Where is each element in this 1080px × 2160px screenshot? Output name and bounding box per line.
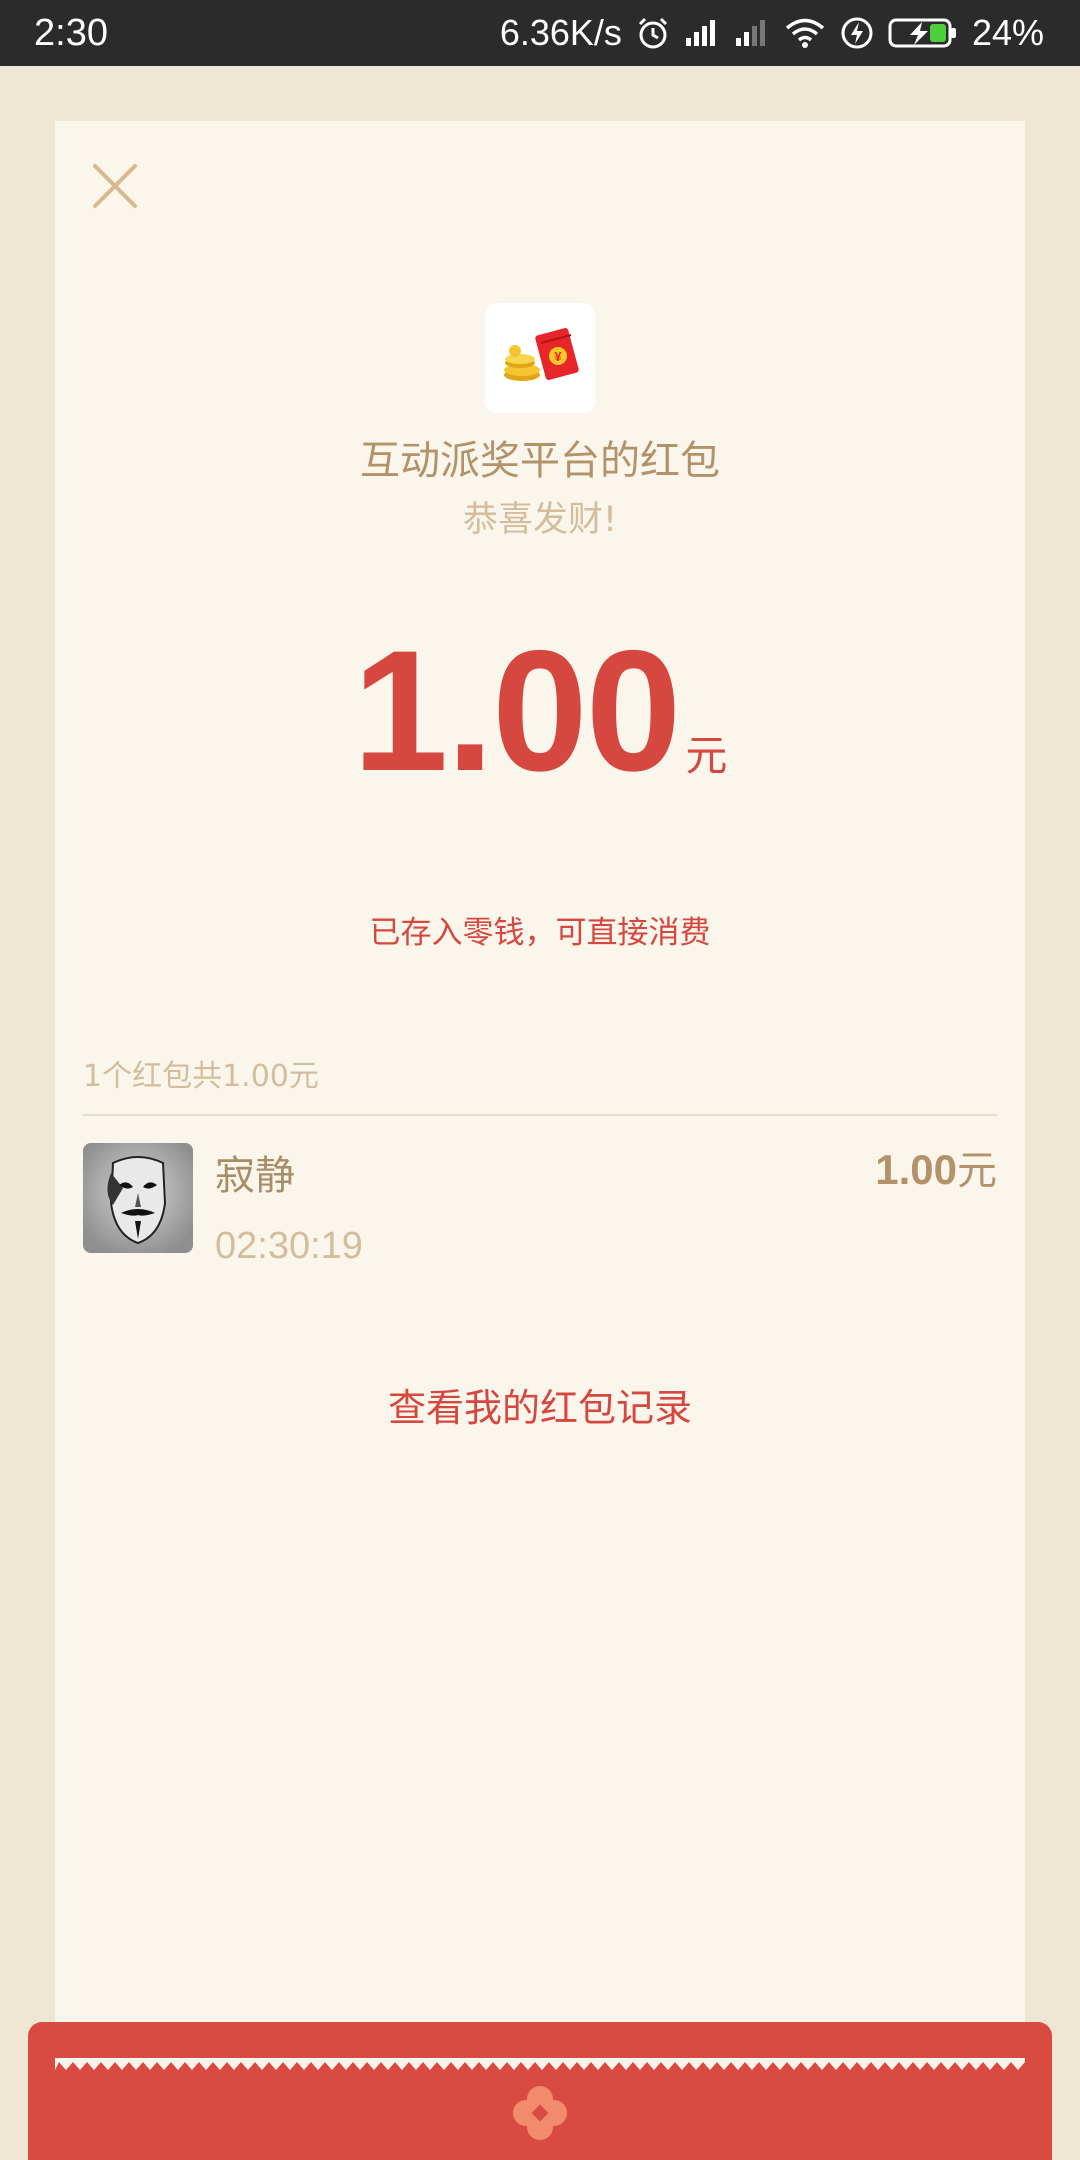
mask-avatar	[83, 1143, 193, 1253]
receiver-amount-unit: 元	[957, 1148, 997, 1194]
wish-message: 恭喜发财!	[462, 500, 618, 540]
red-packet-coins-icon: ¥	[504, 328, 579, 381]
receiver-time: 02:30:19	[215, 1225, 363, 1267]
amount-unit: 元	[685, 731, 728, 780]
sender-logo: ¥	[485, 303, 595, 413]
packet-summary: 1个红包共1.00元	[83, 1059, 319, 1094]
receiver-amount: 1.00元	[875, 1142, 997, 1199]
status-indicators: 6.36K/s 24%	[500, 10, 1044, 56]
avatar	[83, 1143, 193, 1253]
signal-icon	[685, 20, 715, 46]
alarm-icon	[638, 17, 667, 49]
view-my-records-link[interactable]: 查看我的红包记录	[55, 1380, 1025, 1436]
receiver-list-item[interactable]: 寂静 02:30:19 1.00元	[83, 1142, 997, 1267]
amount-value: 1.00	[352, 615, 682, 807]
stored-to-wallet-note: 已存入零钱，可直接消费	[369, 915, 711, 951]
close-button[interactable]	[85, 156, 145, 216]
wifi-icon	[785, 18, 825, 48]
receiver-amount-value: 1.00	[875, 1146, 957, 1193]
battery-percent: 24%	[971, 12, 1044, 53]
status-bar: 2:30 6.36K/s 24%	[0, 0, 1080, 66]
close-icon	[93, 164, 137, 208]
zigzag-edge	[55, 2058, 1025, 2070]
battery-icon	[888, 18, 956, 48]
receiver-name: 寂静	[215, 1153, 295, 1199]
sender-title: 互动派奖平台的红包	[360, 438, 720, 484]
status-time: 2:30	[34, 12, 108, 54]
divider	[83, 1114, 997, 1116]
svg-text:¥: ¥	[554, 349, 562, 364]
red-packet-detail-card: ¥ 互动派奖平台的红包 恭喜发财! 1.00 元 已存入零钱，可直接消费 1个红包…	[55, 121, 1025, 2121]
signal-weak-icon	[735, 20, 765, 46]
flower-emblem-icon	[513, 2086, 567, 2140]
network-speed: 6.36K/s	[499, 12, 622, 53]
amount-display: 1.00 元	[55, 611, 1025, 811]
charging-icon	[841, 17, 873, 49]
